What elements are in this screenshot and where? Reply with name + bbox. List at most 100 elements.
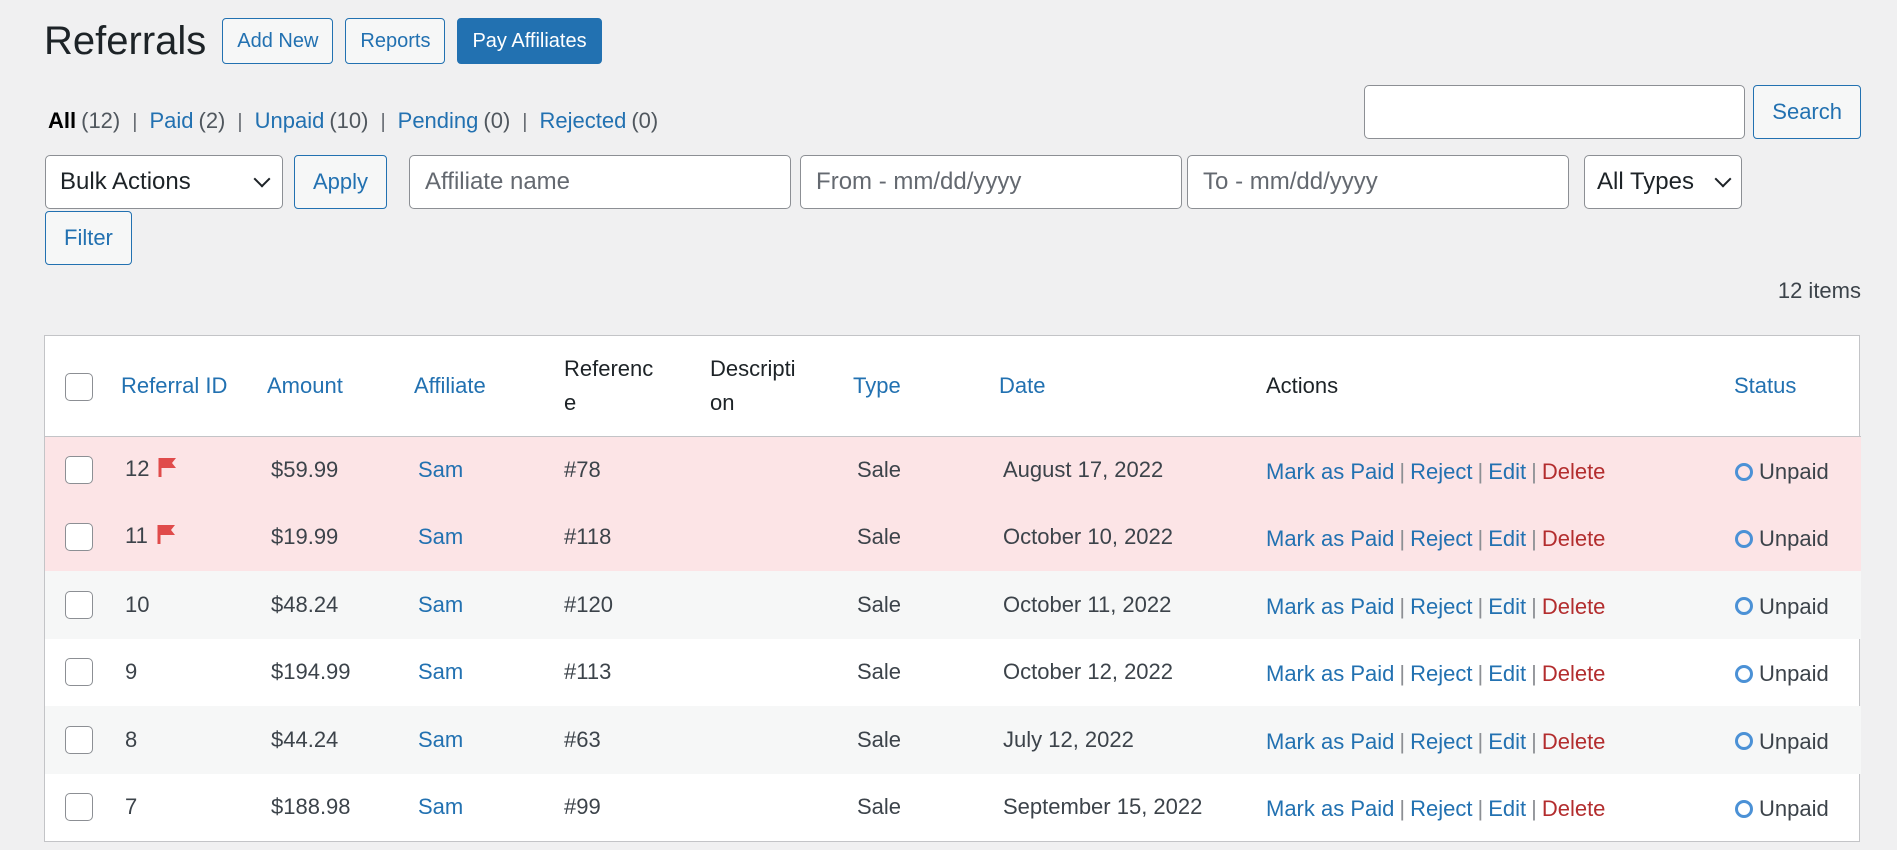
column-affiliate[interactable]: Affiliate [414, 336, 564, 437]
amount-cell: $188.98 [271, 794, 351, 820]
amount-cell: $19.99 [267, 503, 414, 571]
pay-affiliates-button[interactable]: Pay Affiliates [457, 18, 602, 64]
view-separator: | [237, 111, 243, 133]
column-reference-line2: e [564, 389, 577, 415]
select-all-checkbox[interactable] [65, 372, 93, 401]
column-actions: Actions [1257, 336, 1725, 437]
row-checkbox[interactable] [65, 456, 93, 485]
edit-link[interactable]: Edit [1488, 459, 1526, 484]
status-cell: Unpaid [1725, 503, 1861, 571]
reject-link[interactable]: Reject [1410, 661, 1472, 686]
column-amount[interactable]: Amount [267, 336, 414, 437]
delete-link[interactable]: Delete [1542, 796, 1606, 821]
reject-link[interactable]: Reject [1410, 459, 1472, 484]
edit-link[interactable]: Edit [1488, 526, 1526, 551]
row-checkbox[interactable] [65, 523, 93, 552]
search-input[interactable] [1364, 85, 1746, 139]
row-checkbox[interactable] [65, 793, 93, 822]
row-actions: Mark as Paid | Reject | Edit | Delete [1257, 639, 1725, 707]
reject-link[interactable]: Reject [1410, 729, 1472, 754]
view-paid-count: (2) [198, 108, 226, 133]
mark-as-paid-link[interactable]: Mark as Paid [1266, 459, 1394, 484]
action-separator: | [1477, 661, 1484, 687]
edit-link[interactable]: Edit [1488, 729, 1526, 754]
row-checkbox[interactable] [65, 725, 93, 754]
table-row: 9 $194.99 Sam #113 Sale October 12, 2022 Mark … [45, 639, 1861, 707]
edit-link[interactable]: Edit [1488, 594, 1526, 619]
status-cell: Unpaid [1725, 774, 1861, 842]
column-referral-id[interactable]: Referral ID [121, 336, 267, 437]
action-separator: | [1399, 526, 1406, 552]
chevron-down-icon [253, 170, 271, 188]
view-rejected-link[interactable]: Rejected [539, 108, 626, 134]
column-description-line1: Descripti [710, 355, 796, 381]
mark-as-paid-link[interactable]: Mark as Paid [1266, 796, 1394, 821]
affiliate-name-input[interactable] [409, 155, 792, 209]
row-actions: Mark as Paid | Reject | Edit | Delete [1257, 571, 1725, 639]
action-separator: | [1531, 728, 1537, 754]
mark-as-paid-link[interactable]: Mark as Paid [1266, 729, 1394, 754]
reject-link[interactable]: Reject [1410, 594, 1472, 619]
mark-as-paid-link[interactable]: Mark as Paid [1266, 526, 1394, 551]
row-checkbox[interactable] [65, 658, 93, 687]
add-new-button[interactable]: Add New [222, 18, 334, 64]
affiliate-link[interactable]: Sam [414, 706, 564, 774]
affiliate-link[interactable]: Sam [414, 503, 564, 571]
column-date[interactable]: Date [999, 336, 1257, 437]
amount-cell: $194.99 [271, 659, 351, 685]
status-label: Unpaid [1759, 459, 1829, 484]
row-actions: Mark as Paid | Reject | Edit | Delete [1257, 503, 1725, 571]
filter-button[interactable]: Filter [45, 211, 132, 265]
delete-link[interactable]: Delete [1542, 729, 1606, 754]
status-circle-icon [1735, 732, 1753, 751]
delete-link[interactable]: Delete [1542, 594, 1606, 619]
action-separator: | [1477, 593, 1484, 619]
reports-button[interactable]: Reports [345, 18, 446, 64]
delete-link[interactable]: Delete [1542, 526, 1606, 551]
action-separator: | [1477, 796, 1484, 822]
status-label: Unpaid [1759, 728, 1829, 754]
types-label: All Types [1597, 168, 1694, 195]
table-row: 7 $188.98 Sam #99 Sale September 15, 2022 Mark… [45, 774, 1861, 842]
status-circle-icon [1735, 529, 1753, 548]
search-button[interactable]: Search [1753, 85, 1861, 139]
mark-as-paid-link[interactable]: Mark as Paid [1266, 661, 1394, 686]
description-cell [710, 774, 853, 842]
action-separator: | [1399, 796, 1406, 822]
apply-button[interactable]: Apply [294, 155, 388, 209]
description-cell [710, 503, 853, 571]
edit-link[interactable]: Edit [1488, 661, 1526, 686]
affiliate-link[interactable]: Sam [414, 774, 564, 842]
types-select[interactable]: All Types [1584, 155, 1743, 209]
status-views: All (12) | Paid (2) | Unpaid (10) | Pend… [48, 108, 658, 134]
reject-link[interactable]: Reject [1410, 526, 1472, 551]
view-all-link[interactable]: All [48, 108, 76, 134]
bulk-actions-select[interactable]: Bulk Actions [45, 155, 283, 209]
affiliate-link[interactable]: Sam [414, 436, 564, 504]
view-pending-link[interactable]: Pending [398, 108, 479, 134]
affiliate-link[interactable]: Sam [414, 639, 564, 707]
to-date-input[interactable] [1187, 155, 1570, 209]
affiliate-link[interactable]: Sam [414, 571, 564, 639]
delete-link[interactable]: Delete [1542, 459, 1606, 484]
column-status[interactable]: Status [1725, 336, 1861, 437]
description-cell [710, 639, 853, 707]
status-circle-icon [1735, 597, 1753, 616]
reject-link[interactable]: Reject [1410, 796, 1472, 821]
date-cell: October 10, 2022 [999, 503, 1257, 571]
view-unpaid-link[interactable]: Unpaid [255, 108, 325, 134]
mark-as-paid-link[interactable]: Mark as Paid [1266, 594, 1394, 619]
date-cell: August 17, 2022 [999, 436, 1257, 504]
date-cell: September 15, 2022 [1003, 794, 1203, 820]
column-type[interactable]: Type [853, 336, 999, 437]
table-row: 8 $44.24 Sam #63 Sale July 12, 2022 Mark as Pa… [45, 706, 1861, 774]
status-label: Unpaid [1759, 796, 1829, 822]
view-paid-link[interactable]: Paid [149, 108, 193, 134]
edit-link[interactable]: Edit [1488, 796, 1526, 821]
row-checkbox[interactable] [65, 590, 93, 619]
referrals-table: Referral ID Amount Affiliate Referenc e D… [44, 335, 1861, 842]
chevron-down-icon [1714, 170, 1732, 188]
delete-link[interactable]: Delete [1542, 661, 1606, 686]
bulk-actions-label: Bulk Actions [60, 168, 191, 195]
from-date-input[interactable] [800, 155, 1183, 209]
